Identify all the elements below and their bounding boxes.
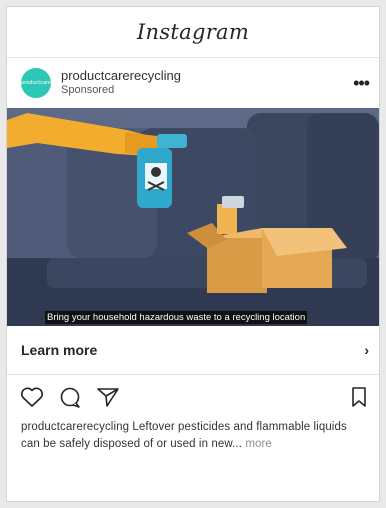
more-options-icon[interactable]: •••: [353, 73, 370, 94]
top-bar: Instagram: [7, 7, 379, 58]
chevron-right-icon: ›: [364, 342, 369, 358]
post-media[interactable]: Bring your household hazardous waste to …: [7, 108, 379, 326]
media-illustration: [7, 108, 379, 326]
heart-icon[interactable]: [19, 385, 45, 409]
media-caption: Bring your household hazardous waste to …: [45, 311, 308, 324]
account-names: productcarerecycling Sponsored: [61, 68, 353, 98]
avatar-text: productcare: [21, 80, 51, 86]
avatar[interactable]: productcare: [21, 68, 51, 98]
username[interactable]: productcarerecycling: [61, 68, 353, 83]
learn-more-bar[interactable]: Learn more ›: [7, 326, 379, 375]
instagram-logo[interactable]: Instagram: [137, 20, 249, 44]
action-bar: [7, 375, 379, 419]
description-username[interactable]: productcarerecycling: [21, 421, 129, 433]
comment-icon[interactable]: [57, 385, 83, 409]
bookmark-icon[interactable]: [349, 385, 369, 409]
post-header: productcare productcarerecycling Sponsor…: [7, 58, 379, 108]
instagram-frame: Instagram productcare productcarerecycli…: [6, 6, 380, 502]
learn-more-label: Learn more: [21, 342, 98, 358]
more-link[interactable]: more: [242, 438, 272, 450]
share-icon[interactable]: [95, 385, 121, 409]
sponsored-label: Sponsored: [61, 84, 115, 96]
post-description: productcarerecycling Leftover pesticides…: [7, 419, 379, 453]
